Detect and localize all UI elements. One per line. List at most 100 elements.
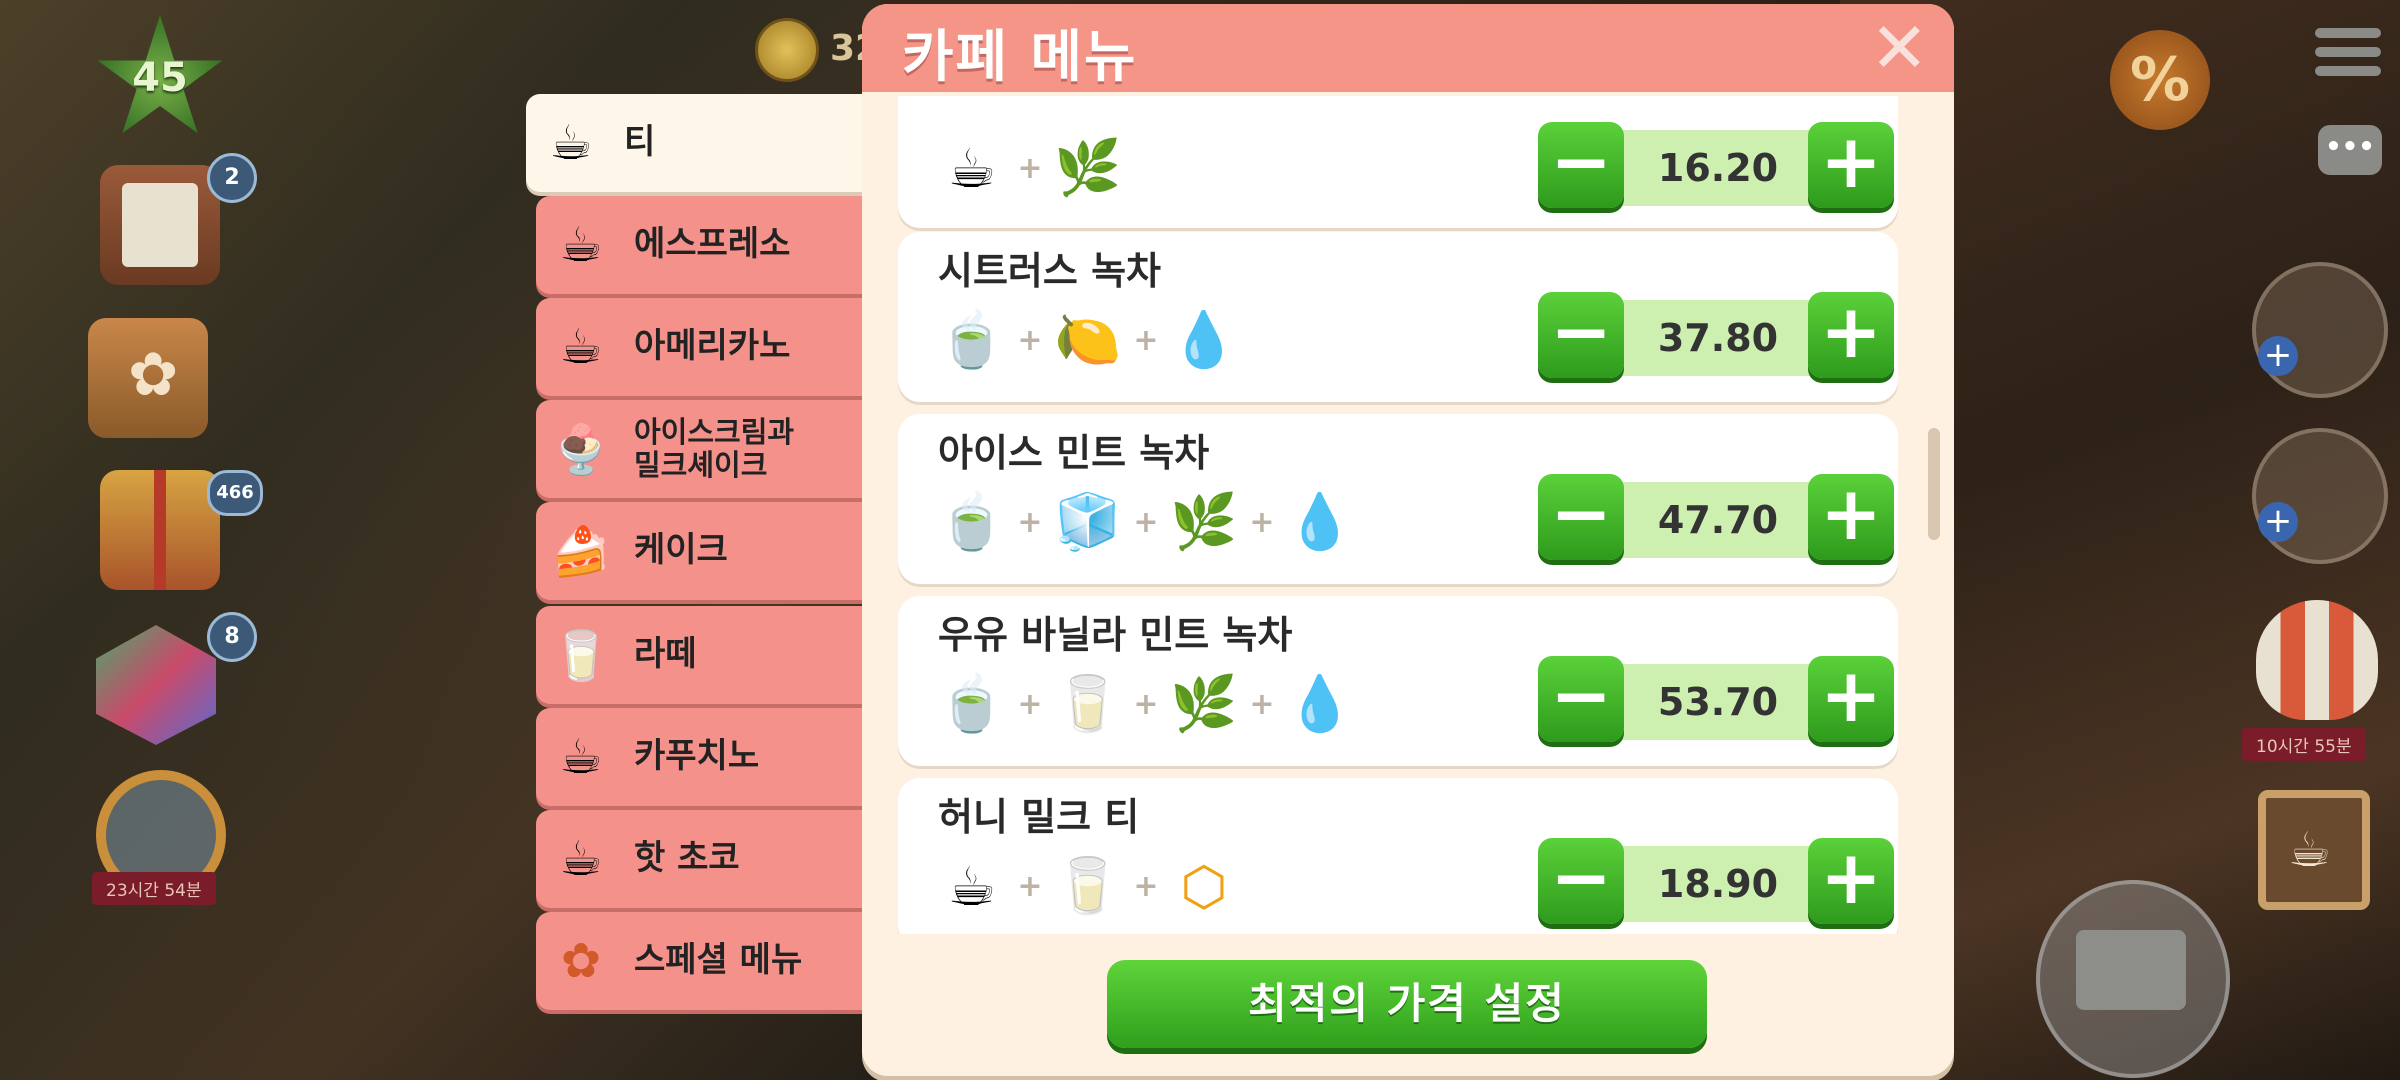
tab-label: 카푸치노	[634, 736, 760, 777]
menu-item: 허니 밀크 티 ☕ + 🥛 + ⬡ 18.90 − +	[898, 778, 1898, 934]
espresso-icon: ☕	[559, 217, 603, 273]
panel-title: 카페 메뉴	[902, 25, 1138, 90]
menu-item-name: 아이스 민트 녹차	[938, 431, 1210, 475]
green-tea-icon: 🍵	[938, 490, 1006, 553]
menu-item: 아이스 민트 녹차 🍵 + 🧊 + 🌿 + 💧 47.70 − +	[898, 414, 1898, 584]
plus-separator: +	[1133, 686, 1159, 722]
order-slot-2[interactable]: +	[2252, 428, 2388, 564]
price-stepper: 53.70 − +	[1538, 656, 1894, 746]
plus-separator: +	[1133, 868, 1159, 904]
plus-separator: +	[1133, 504, 1159, 540]
plus-separator: +	[1017, 686, 1043, 722]
sale-button[interactable]: %	[2110, 30, 2210, 130]
milkshake-icon: 🍨	[551, 421, 611, 478]
tab-americano[interactable]: ☕ 아메리카노	[536, 298, 876, 396]
price-value: 37.80	[1657, 316, 1779, 360]
menu-item-list[interactable]: ☕ + 🌿 16.20 − + 시트러스 녹차 🍵 + 🍋 + 💧 37.80 …	[898, 96, 1898, 934]
tab-label: 에스프레소	[634, 224, 791, 265]
decrease-price-button[interactable]: −	[1538, 656, 1624, 742]
tab-label: 스페셜 메뉴	[634, 940, 803, 981]
decrease-price-button[interactable]: −	[1538, 122, 1624, 208]
increase-price-button[interactable]: +	[1808, 122, 1894, 208]
ingredient-list: ☕ + 🥛 + ⬡	[936, 848, 1240, 924]
task-board-button[interactable]	[100, 165, 220, 285]
price-value: 16.20	[1657, 146, 1779, 190]
menu-board-button[interactable]: ☕	[2258, 790, 2370, 910]
tab-label: 라떼	[634, 634, 697, 675]
tab-espresso[interactable]: ☕ 에스프레소	[536, 196, 876, 294]
special-menu-icon: ✿	[560, 933, 602, 989]
tab-label: 핫 초코	[634, 838, 740, 879]
ingredient-list: 🍵 + 🥛 + 🌿 + 💧	[936, 666, 1356, 742]
tab-latte[interactable]: 🥛 라떼	[536, 606, 876, 704]
cake-icon: 🍰	[551, 523, 611, 580]
cash-register-button[interactable]	[2036, 880, 2230, 1078]
cappuccino-icon: ☕	[559, 729, 603, 785]
decrease-price-button[interactable]: −	[1538, 474, 1624, 560]
optimal-price-button[interactable]: 최적의 가격 설정	[1107, 960, 1707, 1048]
coin-icon	[755, 18, 819, 82]
ingredient-list: 🍵 + 🧊 + 🌿 + 💧	[936, 484, 1356, 560]
list-scrollbar[interactable]	[1928, 428, 1940, 540]
decrease-price-button[interactable]: −	[1538, 838, 1624, 924]
price-value: 47.70	[1657, 498, 1779, 542]
americano-icon: ☕	[559, 319, 603, 375]
latte-icon: 🥛	[551, 627, 611, 684]
menu-item-name: 허니 밀크 티	[938, 795, 1140, 839]
milk-jug-icon: 🥛	[1054, 854, 1122, 917]
milk-jug-icon: 🥛	[1054, 672, 1122, 735]
gift-button[interactable]	[100, 470, 220, 590]
price-stepper: 18.90 − +	[1538, 838, 1894, 928]
green-tea-icon: 🍵	[938, 308, 1006, 371]
honey-drop-icon: 💧	[1286, 490, 1354, 553]
tab-label: 티	[624, 122, 656, 163]
tab-icecream-milkshake[interactable]: 🍨 아이스크림과 밀크셰이크	[536, 400, 876, 498]
close-button[interactable]: ✕	[1870, 13, 1929, 83]
order-slot-1[interactable]: +	[2252, 262, 2388, 398]
tea-cup-icon: ☕	[947, 136, 997, 200]
tea-cup-icon: ☕	[549, 115, 593, 171]
price-stepper: 47.70 − +	[1538, 474, 1894, 564]
decor-box-button[interactable]: ✿	[88, 318, 208, 438]
increase-price-button[interactable]: +	[1808, 292, 1894, 378]
tab-hot-chocolate[interactable]: ☕ 핫 초코	[536, 810, 876, 908]
hot-air-balloon-button[interactable]	[2256, 600, 2378, 720]
flower-icon: ✿	[128, 340, 179, 410]
increase-price-button[interactable]: +	[1808, 838, 1894, 924]
tab-label: 아이스크림과 밀크셰이크	[634, 414, 795, 482]
chat-bubble-icon[interactable]: •••	[2318, 125, 2382, 175]
menu-item-name: 우유 바닐라 민트 녹차	[938, 613, 1293, 657]
level-star-badge[interactable]: 45	[95, 15, 225, 145]
gem-count-badge: 8	[207, 612, 257, 662]
menu-item: ☕ + 🌿 16.20 − +	[898, 96, 1898, 228]
plus-separator: +	[1133, 322, 1159, 358]
tab-special-menu[interactable]: ✿ 스페셜 메뉴	[536, 912, 876, 1010]
decrease-price-button[interactable]: −	[1538, 292, 1624, 378]
price-stepper: 37.80 − +	[1538, 292, 1894, 382]
menu-item: 시트러스 녹차 🍵 + 🍋 + 💧 37.80 − +	[898, 232, 1898, 402]
clipboard-icon	[122, 183, 198, 267]
increase-price-button[interactable]: +	[1808, 656, 1894, 742]
tea-cup-icon: ☕	[947, 854, 997, 918]
tab-tea[interactable]: ☕ 티	[526, 94, 878, 192]
tab-label: 아메리카노	[634, 326, 791, 367]
plus-separator: +	[1249, 504, 1275, 540]
price-value: 53.70	[1657, 680, 1779, 724]
plus-separator: +	[1017, 322, 1043, 358]
menu-item-name: 시트러스 녹차	[938, 249, 1161, 293]
menu-hamburger-icon[interactable]	[2315, 28, 2381, 80]
coffee-cup-icon: ☕	[2288, 822, 2332, 878]
ingredient-list: ☕ + 🌿	[936, 130, 1124, 206]
price-value: 18.90	[1657, 862, 1779, 906]
honeycomb-icon: ⬡	[1180, 854, 1228, 918]
green-tea-icon: 🍵	[938, 672, 1006, 735]
tab-cappuccino[interactable]: ☕ 카푸치노	[536, 708, 876, 806]
gift-count-badge: 466	[207, 470, 263, 516]
increase-price-button[interactable]: +	[1808, 474, 1894, 560]
balloon-timer: 10시간 55분	[2242, 728, 2366, 761]
price-stepper: 16.20 − +	[1538, 122, 1894, 212]
gift-ribbon-icon	[154, 470, 166, 590]
tab-cake[interactable]: 🍰 케이크	[536, 502, 876, 600]
mint-leaf-icon: 🌿	[1170, 672, 1238, 735]
add-icon: +	[2258, 336, 2298, 376]
